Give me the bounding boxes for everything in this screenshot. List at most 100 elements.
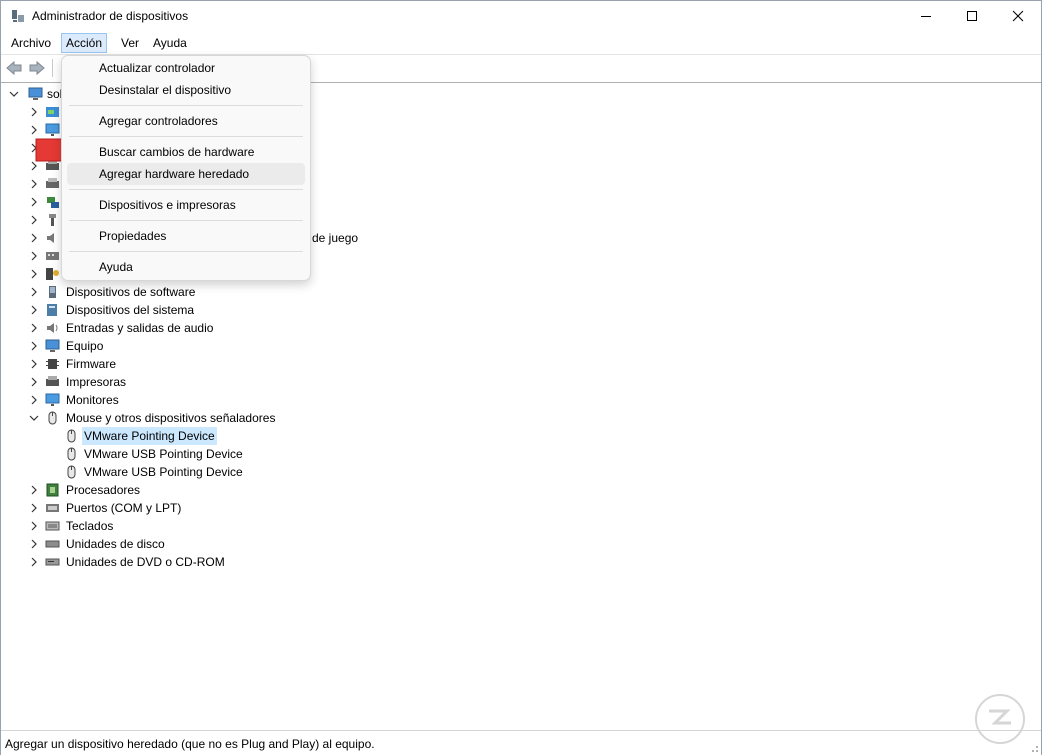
menu-label: Buscar cambios de hardware bbox=[99, 145, 255, 159]
chevron-right-icon[interactable] bbox=[27, 247, 41, 265]
printer-icon bbox=[46, 376, 59, 386]
tree-label: Entradas y salidas de audio bbox=[66, 321, 214, 335]
hid-icon bbox=[46, 252, 59, 260]
menu-separator bbox=[69, 136, 303, 137]
tree-label: Procesadores bbox=[66, 483, 141, 497]
printer-icon bbox=[46, 178, 59, 188]
menu-archivo[interactable]: Archivo bbox=[7, 34, 55, 52]
software-device-icon bbox=[49, 286, 56, 298]
menu-accion[interactable]: Acción bbox=[61, 33, 108, 53]
chevron-right-icon[interactable] bbox=[27, 319, 41, 337]
menu-ver[interactable]: Ver bbox=[117, 34, 143, 52]
tree-label: Dispositivos del sistema bbox=[66, 303, 195, 317]
tree-label: Equipo bbox=[66, 339, 104, 353]
processor-icon bbox=[46, 483, 59, 497]
forward-arrow-icon[interactable] bbox=[28, 59, 46, 77]
chevron-right-icon[interactable] bbox=[27, 553, 41, 571]
monitor-icon bbox=[45, 393, 60, 406]
network-icon bbox=[47, 197, 59, 208]
menu-properties[interactable]: Propiedades bbox=[67, 225, 305, 247]
tree-label: Teclados bbox=[66, 519, 114, 533]
close-button[interactable] bbox=[995, 1, 1041, 31]
chevron-right-icon[interactable] bbox=[27, 175, 41, 193]
menu-separator bbox=[69, 220, 303, 221]
menu-ayuda[interactable]: Ayuda bbox=[149, 34, 191, 52]
minimize-button[interactable] bbox=[903, 1, 949, 31]
firmware-icon bbox=[46, 359, 59, 369]
menu-bar: Archivo Acción Ver Ayuda bbox=[1, 31, 1041, 54]
menu-add-legacy-hardware[interactable]: Agregar hardware heredado bbox=[67, 163, 305, 185]
tree-label: VMware USB Pointing Device bbox=[84, 465, 243, 479]
toolbar-separator bbox=[52, 59, 53, 77]
tree-label: Mouse y otros dispositivos señaladores bbox=[66, 411, 276, 425]
chevron-right-icon[interactable] bbox=[27, 373, 41, 391]
maximize-button[interactable] bbox=[949, 1, 995, 31]
menu-help[interactable]: Ayuda bbox=[67, 256, 305, 278]
computer-icon bbox=[28, 87, 43, 100]
tree-label: Unidades de disco bbox=[66, 537, 165, 551]
menu-add-drivers[interactable]: Agregar controladores bbox=[67, 110, 305, 132]
device-manager-icon bbox=[12, 10, 24, 22]
chevron-right-icon[interactable] bbox=[27, 193, 41, 211]
tree-label: Unidades de DVD o CD-ROM bbox=[66, 555, 225, 569]
tree-label-selected: VMware Pointing Device bbox=[82, 427, 217, 445]
menu-separator bbox=[69, 105, 303, 106]
system-device-icon bbox=[47, 304, 57, 316]
menu-scan-hardware-changes[interactable]: Buscar cambios de hardware bbox=[67, 141, 305, 163]
mouse-icon bbox=[67, 429, 76, 443]
battery-icon bbox=[46, 107, 59, 117]
computer-icon bbox=[45, 339, 60, 352]
menu-label: Agregar hardware heredado bbox=[99, 167, 250, 181]
port-icon bbox=[46, 504, 59, 512]
chevron-right-icon[interactable] bbox=[27, 337, 41, 355]
chevron-right-icon[interactable] bbox=[27, 229, 41, 247]
menu-label: Desinstalar el dispositivo bbox=[99, 83, 232, 97]
menu-label: Actualizar controlador bbox=[99, 61, 216, 75]
chevron-right-icon[interactable] bbox=[27, 265, 41, 283]
tree-label-partial: de juego bbox=[312, 231, 359, 245]
chevron-right-icon[interactable] bbox=[27, 481, 41, 499]
menu-label: Ayuda bbox=[99, 260, 133, 274]
chevron-right-icon[interactable] bbox=[27, 391, 41, 409]
title-bar: Administrador de dispositivos bbox=[1, 1, 1041, 31]
tree-label: Impresoras bbox=[66, 375, 127, 389]
status-bar: Agregar un dispositivo heredado (que no … bbox=[1, 730, 1041, 755]
window-title: Administrador de dispositivos bbox=[32, 9, 189, 23]
tree-label: Firmware bbox=[66, 357, 116, 371]
tree-label: VMware USB Pointing Device bbox=[84, 447, 243, 461]
action-dropdown-menu: Actualizar controlador Desinstalar el di… bbox=[61, 55, 311, 281]
maximize-icon bbox=[967, 11, 977, 21]
chevron-right-icon[interactable] bbox=[27, 535, 41, 553]
menu-label: Agregar controladores bbox=[99, 114, 218, 128]
menu-uninstall-device[interactable]: Desinstalar el dispositivo bbox=[67, 79, 305, 101]
disk-icon bbox=[45, 540, 60, 548]
menu-label: Dispositivos e impresoras bbox=[99, 198, 236, 212]
menu-label: Propiedades bbox=[99, 229, 167, 243]
chevron-right-icon[interactable] bbox=[27, 283, 41, 301]
menu-separator bbox=[69, 189, 303, 190]
close-icon bbox=[1012, 10, 1024, 22]
menu-separator bbox=[69, 251, 303, 252]
security-icon bbox=[46, 268, 59, 280]
speaker-icon bbox=[47, 323, 58, 333]
device-manager-window: Administrador de dispositivos Archivo Ac… bbox=[0, 0, 1042, 755]
chevron-right-icon[interactable] bbox=[27, 355, 41, 373]
dvd-drive-icon bbox=[45, 558, 60, 566]
speaker-icon bbox=[47, 233, 54, 243]
chevron-right-icon[interactable] bbox=[27, 517, 41, 535]
chevron-right-icon[interactable] bbox=[27, 499, 41, 517]
menu-update-driver[interactable]: Actualizar controlador bbox=[67, 57, 305, 79]
chevron-right-icon[interactable] bbox=[27, 301, 41, 319]
chevron-right-icon[interactable] bbox=[27, 103, 41, 121]
chevron-right-icon[interactable] bbox=[27, 211, 41, 229]
menu-devices-and-printers[interactable]: Dispositivos e impresoras bbox=[67, 194, 305, 216]
chevron-down-icon[interactable] bbox=[27, 409, 41, 427]
tree-label: Monitores bbox=[66, 393, 119, 407]
usb-icon bbox=[49, 214, 56, 226]
tree-label: Dispositivos de software bbox=[66, 285, 196, 299]
back-arrow-icon[interactable] bbox=[5, 59, 23, 77]
mouse-icon bbox=[67, 465, 76, 479]
watermark-logo bbox=[975, 694, 1025, 744]
status-text: Agregar un dispositivo heredado (que no … bbox=[5, 737, 375, 751]
chevron-down-icon[interactable] bbox=[7, 85, 21, 103]
